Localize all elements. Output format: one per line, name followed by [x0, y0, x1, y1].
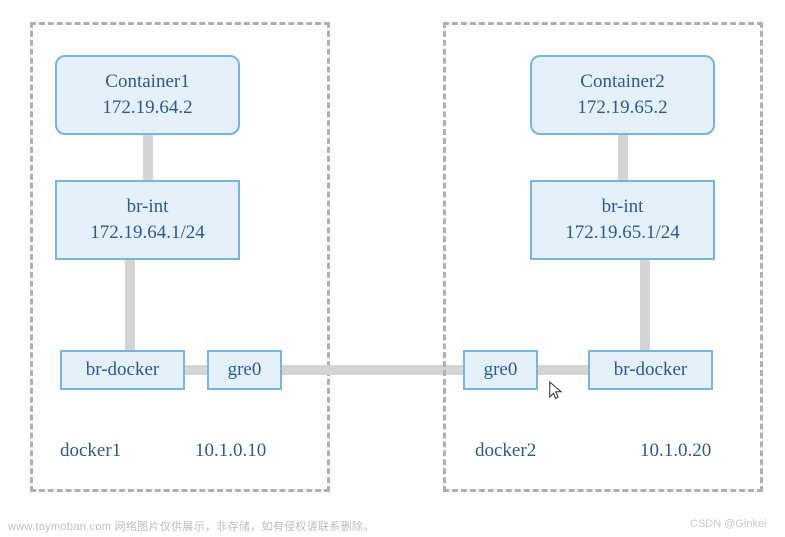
host-name-1: docker1 [60, 440, 121, 462]
edge-bd1-g1 [185, 365, 207, 375]
host-name-2: docker2 [475, 440, 536, 462]
edge-gre-tunnel [282, 365, 463, 375]
node-br-docker-1: br-docker [60, 350, 185, 390]
host-ip-1: 10.1.0.10 [195, 440, 266, 462]
br-docker-label: br-docker [86, 357, 159, 383]
diagram-canvas: { "hosts": [ { "name": "docker1", "ip": … [0, 0, 785, 537]
br-int-name: br-int [602, 194, 644, 220]
container-name: Container1 [105, 69, 189, 95]
edge-c2-bi2 [618, 135, 628, 180]
container-ip: 172.19.65.2 [577, 95, 667, 121]
br-int-name: br-int [127, 194, 169, 220]
watermark-text: CSDN @Ginkei [690, 518, 767, 530]
node-br-int-2: br-int 172.19.65.1/24 [530, 180, 715, 260]
gre-label: gre0 [484, 357, 518, 383]
br-docker-label: br-docker [614, 357, 687, 383]
node-container1: Container1 172.19.64.2 [55, 55, 240, 135]
node-br-int-1: br-int 172.19.64.1/24 [55, 180, 240, 260]
node-gre0-1: gre0 [207, 350, 282, 390]
container-ip: 172.19.64.2 [102, 95, 192, 121]
node-container2: Container2 172.19.65.2 [530, 55, 715, 135]
node-gre0-2: gre0 [463, 350, 538, 390]
node-br-docker-2: br-docker [588, 350, 713, 390]
host-ip-2: 10.1.0.20 [640, 440, 711, 462]
footer-text: www.toymoban.com 网络图片仅供展示，非存储，如有侵权请联系删除。 [8, 518, 374, 534]
gre-label: gre0 [228, 357, 262, 383]
edge-g2-bd2 [538, 365, 588, 375]
br-int-cidr: 172.19.65.1/24 [565, 220, 680, 246]
edge-c1-bi1 [143, 135, 153, 180]
container-name: Container2 [580, 69, 664, 95]
edge-bd2-bi2 [640, 260, 650, 350]
br-int-cidr: 172.19.64.1/24 [90, 220, 205, 246]
edge-bi1-bd1 [125, 260, 135, 350]
